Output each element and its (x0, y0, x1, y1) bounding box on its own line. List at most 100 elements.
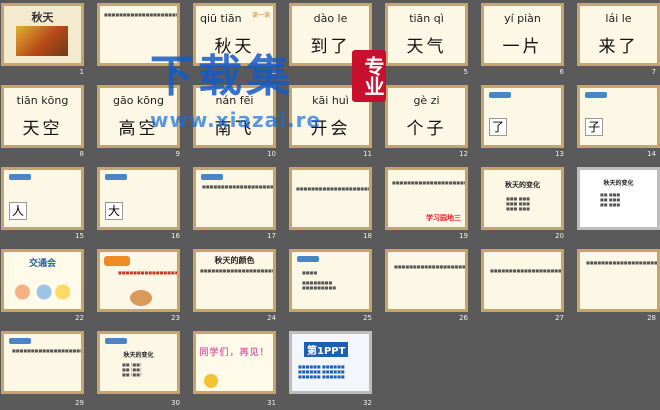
slide-thumb-27[interactable]: ■■■■■■■■■■■■■■■■■■■■■■■■■■■■■ (481, 249, 564, 312)
text-block: ■■■■■■■■■■■■■■■■■■■■■■■■■■■■■■■■■■■■■■■■… (104, 12, 180, 17)
slide-number: 10 (267, 150, 276, 158)
watermark-url: www.xiazai.re (150, 108, 322, 132)
autumn-photo (16, 26, 68, 56)
label-tag (297, 256, 319, 262)
slide-number: 20 (555, 232, 564, 240)
label-tag (9, 338, 31, 344)
practice-char: 大 (105, 202, 123, 220)
hanzi: 个子 (406, 119, 447, 139)
slide-thumb-15[interactable]: 人 (1, 167, 84, 230)
slide-number: 31 (267, 399, 276, 407)
slide-number: 1 (79, 68, 84, 76)
label-tag (105, 338, 127, 344)
slide-title: 秋天的变化 (505, 181, 540, 189)
practice-char: 了 (489, 118, 507, 136)
slide-thumb-28[interactable]: ■■■■■■■■■■■■■■■■■■■■■■■■■■■■■■■■■■■■■■■■… (577, 249, 660, 312)
slide-number: 16 (171, 232, 180, 240)
flower-image (204, 374, 218, 388)
text-block: ■■■■■■■■■■■■■■■■■■■■■■■■■■■■■■■■■■■■■■■■… (200, 268, 276, 273)
puppy-image (130, 290, 152, 306)
cartoon-kids (10, 282, 72, 302)
text-block: ■■ ■■■ ■■ ■■■ ■■ ■■■ (600, 192, 621, 207)
slide-number: 7 (651, 68, 656, 76)
text-block: ■■■■■■■■■■■■■■■■■■■■■■■■■■■■■■■■■■■■■■■■… (202, 184, 274, 189)
text-block: ■■■■■■■■■■■■■■■■■■■■■■■ (118, 270, 180, 275)
slide-number: 11 (363, 150, 372, 158)
slide-number: 29 (75, 399, 84, 407)
slide-number: 24 (267, 314, 276, 322)
slide-thumb-14[interactable]: 子 (577, 85, 660, 148)
pinyin: dào le (313, 12, 348, 25)
slide-title: 秋天的变化 (123, 352, 154, 359)
slide-number: 22 (75, 314, 84, 322)
hanzi: 一片 (502, 37, 543, 57)
hanzi: 来了 (598, 37, 639, 57)
slide-thumb-29[interactable]: ■■■■■■■■■■■■■■■■■■■■■■■■■■■■■■■■■■■■■■■■… (1, 331, 84, 394)
slide-title: 秋天的变化 (603, 180, 634, 187)
slide-thumb-1[interactable]: 秋天 (1, 3, 84, 66)
slide-number: 15 (75, 232, 84, 240)
slide-thumb-5[interactable]: tiān qì 天气 (385, 3, 468, 66)
text-block: ■■■■■■■■■■■■■■■■■■■■■■■■■■■■■■■■■■■■■■■■… (394, 264, 466, 269)
hanzi: 天空 (22, 119, 63, 139)
slide-thumb-26[interactable]: ■■■■■■■■■■■■■■■■■■■■■■■■■■■■■■■■■■■■■■■■… (385, 249, 468, 312)
slide-thumb-8[interactable]: tiān kōng 天空 (1, 85, 84, 148)
text-block: ■■■■■■■■■■■■■■■■■■■■■■■■■■■■■■■■■■■■■■■■… (12, 348, 84, 353)
text-block: ■■■■■■ ■■■■■■ ■■■■■■ ■■■■■■ ■■■■■■ ■■■■■■ (298, 364, 345, 379)
label-tag (9, 174, 31, 180)
section-label: 学习园地三 (426, 214, 461, 222)
slide-thumb-23[interactable]: ■■■■■■■■■■■■■■■■■■■■■■■ (97, 249, 180, 312)
slide-thumb-22[interactable]: 交通会 (1, 249, 84, 312)
text-block: ■■■■ ■■■■■■■■ ■■■■■■■■■ (302, 270, 337, 290)
watermark-main: 下载集 (150, 51, 294, 102)
text-block: ■■ (■■) ■■ (■■) ■■ (■■) (122, 362, 142, 377)
slide-thumb-21[interactable]: 秋天的变化 ■■ ■■■ ■■ ■■■ ■■ ■■■ (577, 167, 660, 230)
pinyin: yí piàn (504, 12, 541, 25)
slide-number: 26 (459, 314, 468, 322)
text-block: ■■■■■■■■■■■■■■■■■■■■■■■■■■■■■■■ (296, 186, 372, 191)
slide-thumb-13[interactable]: 了 (481, 85, 564, 148)
slide-number: 19 (459, 232, 468, 240)
hanzi: 天气 (406, 37, 447, 57)
practice-char: 人 (9, 202, 27, 220)
slide-thumb-25[interactable]: ■■■■ ■■■■■■■■ ■■■■■■■■■ (289, 249, 372, 312)
slide-thumb-20[interactable]: 秋天的变化 ■■■ ■■■ ■■■ ■■■ ■■■ ■■■ (481, 167, 564, 230)
slide-thumb-24[interactable]: 秋天的颜色 ■■■■■■■■■■■■■■■■■■■■■■■■■■■■■■■■■■… (193, 249, 276, 312)
slide-number: 17 (267, 232, 276, 240)
slide-thumb-32[interactable]: 第1PPT ■■■■■■ ■■■■■■ ■■■■■■ ■■■■■■ ■■■■■■ ■… (289, 331, 372, 394)
label-tag (489, 92, 511, 98)
slide-thumb-16[interactable]: 大 (97, 167, 180, 230)
slide-thumb-19[interactable]: ■■■■■■■■■■■■■■■■■■■■■■■■■■■■■■■■■■■ 学习园地… (385, 167, 468, 230)
pinyin: tiān kōng (16, 94, 69, 107)
slide-number: 12 (459, 150, 468, 158)
slide-number: 9 (175, 150, 180, 158)
pinyin: tiān qì (409, 12, 444, 25)
slide-number: 23 (171, 314, 180, 322)
text-block: ■■■ ■■■ ■■■ ■■■ ■■■ ■■■ (506, 196, 530, 211)
slide-thumb-12[interactable]: gè zi 个子 (385, 85, 468, 148)
text-block: ■■■■■■■■■■■■■■■■■■■■■■■■■■■■■■■■■■■■■■■■… (586, 260, 658, 265)
slide-thumb-31[interactable]: 同学们，再见！ (193, 331, 276, 394)
slide-number: 18 (363, 232, 372, 240)
slide-thumb-17[interactable]: ■■■■■■■■■■■■■■■■■■■■■■■■■■■■■■■■■■■■■■■■… (193, 167, 276, 230)
slide-number: 5 (463, 68, 468, 76)
slide-title: 同学们，再见！ (199, 348, 270, 358)
slide-thumb-18[interactable]: ■■■■■■■■■■■■■■■■■■■■■■■■■■■■■■■ (289, 167, 372, 230)
slide-title: 秋天 (31, 11, 54, 24)
ppt-logo: 第1PPT (304, 342, 349, 357)
watermark-badge: 专业 (352, 50, 386, 102)
slide-title: 交通会 (28, 259, 56, 269)
slide-number: 13 (555, 150, 564, 158)
label-tag (585, 92, 607, 98)
slide-thumb-30[interactable]: 秋天的变化 ■■ (■■) ■■ (■■) ■■ (■■) (97, 331, 180, 394)
slide-number: 30 (171, 399, 180, 407)
slide-number: 32 (363, 399, 372, 407)
slide-thumb-7[interactable]: lái le 来了 (577, 3, 660, 66)
pinyin: gè zi (413, 94, 440, 107)
slide-title: 秋天的颜色 (214, 256, 255, 265)
slide-number: 25 (363, 314, 372, 322)
slide-thumb-6[interactable]: yí piàn 一片 (481, 3, 564, 66)
slide-number: 28 (647, 314, 656, 322)
text-block: ■■■■■■■■■■■■■■■■■■■■■■■■■■■■■■■■■■■ (392, 180, 468, 185)
text-block: ■■■■■■■■■■■■■■■■■■■■■■■■■■■■■ (490, 268, 562, 273)
